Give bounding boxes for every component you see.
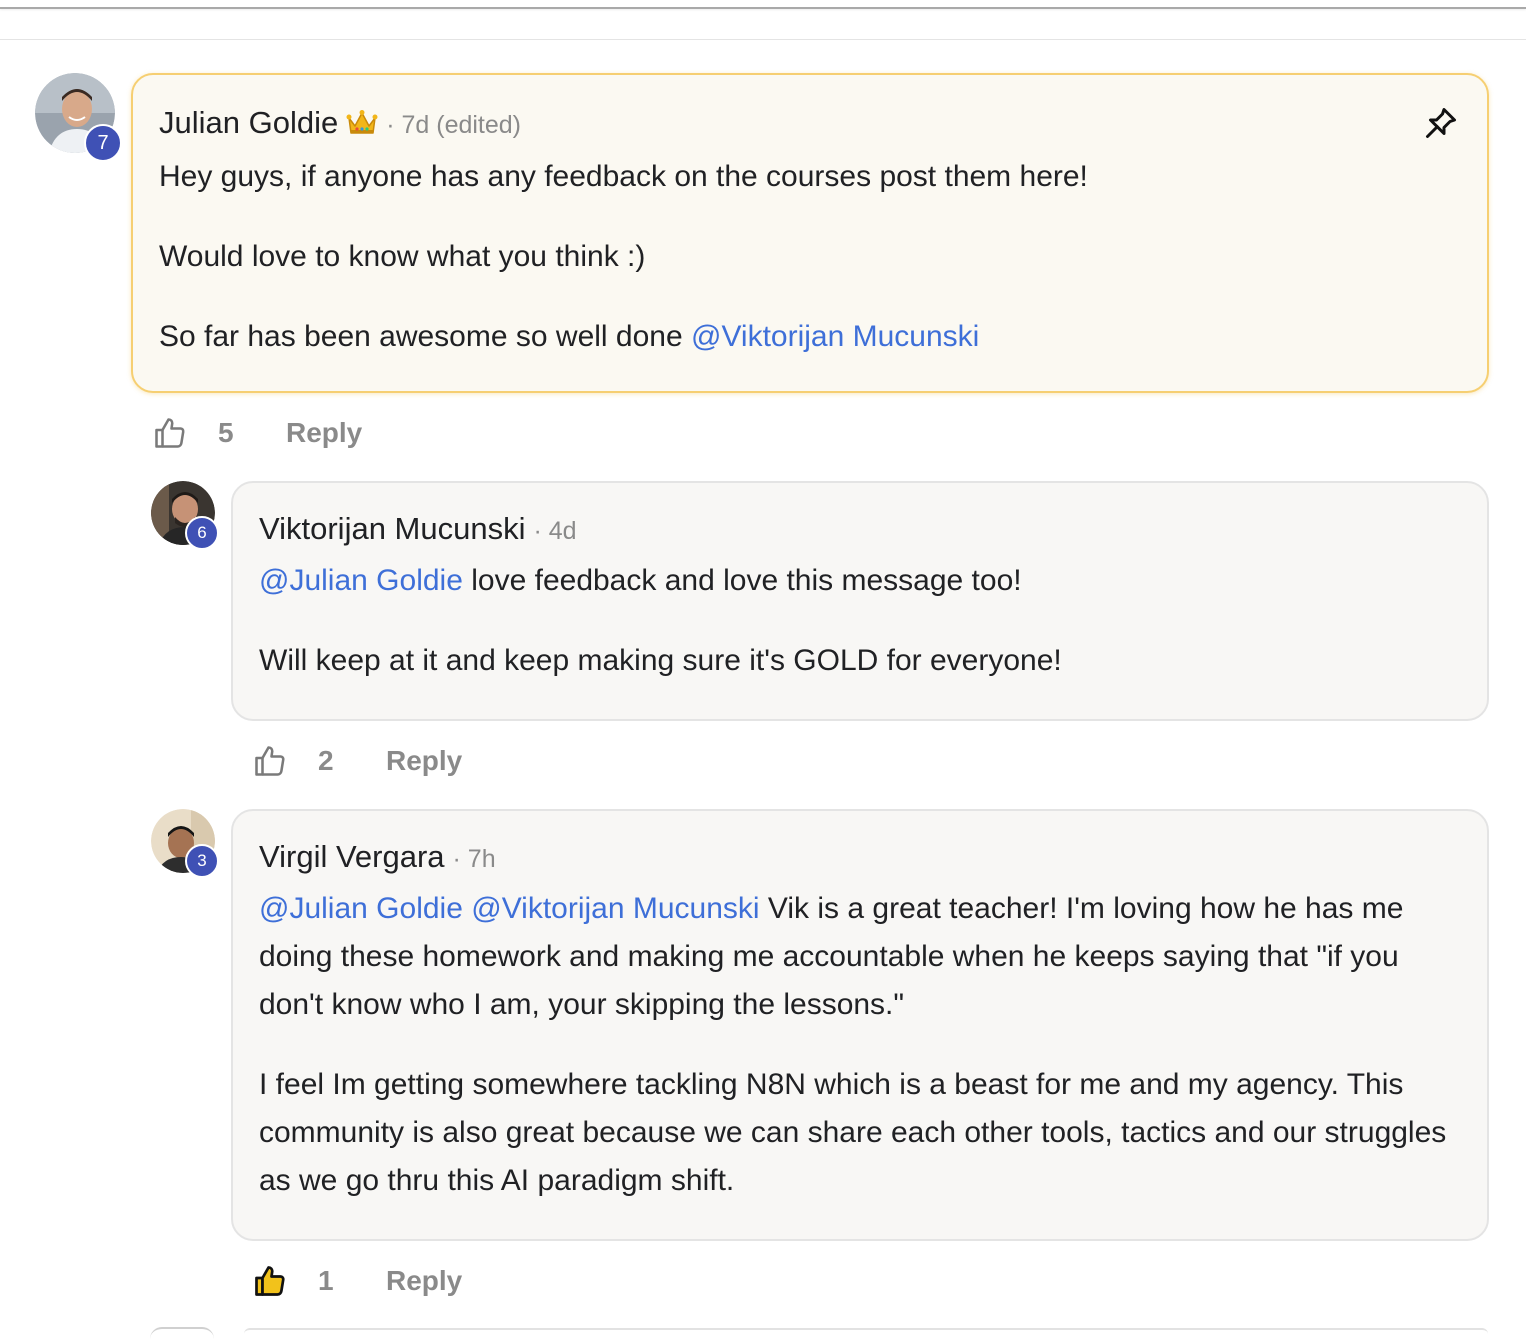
reply-button[interactable]: Reply [286,417,362,449]
reply-button[interactable]: Reply [386,745,462,777]
paragraph-text [463,892,471,925]
like-count: 5 [218,417,234,448]
comment-author[interactable]: Julian Goldie [159,105,338,141]
avatar[interactable]: 7 [35,73,122,162]
comment-body: @Julian Goldie @Viktorijan Mucunski Vik … [259,885,1465,1205]
paragraph-text: love feedback and love this message too! [462,564,1022,597]
paragraph-text: So far has been awesome so well done [159,320,691,353]
comment-actions: 2 Reply [252,741,462,781]
thumbs-up-icon-liked [255,1266,285,1296]
top-toolbar-edge [0,0,1526,9]
user-mention-link[interactable]: @Julian Goldie [259,564,463,597]
level-badge: 7 [84,124,122,162]
next-comment-card-edge [244,1328,1488,1334]
comment-card: Julian Goldie · 7d (edited) Hey guys, if… [131,73,1489,393]
comment-author[interactable]: Viktorijan Mucunski [259,511,525,547]
thumbs-up-icon [255,746,285,776]
avatar[interactable]: 6 [151,481,219,550]
comment-timestamp: · 7d (edited) [386,111,522,139]
comment-actions: 1 Reply [252,1261,462,1301]
like-count: 2 [318,745,334,776]
like-button[interactable] [252,1263,288,1299]
comment-actions: 5 Reply [152,413,362,453]
like-button[interactable] [252,743,288,779]
comment-paragraph: @Julian Goldie @Viktorijan Mucunski Vik … [259,885,1465,1029]
comment-timestamp: · 7h [452,845,496,873]
comment-body: @Julian Goldie love feedback and love th… [259,557,1461,685]
comment-paragraph: I feel Im getting somewhere tackling N8N… [259,1068,1447,1197]
avatar[interactable]: 3 [151,809,219,878]
comment-timestamp: · 4d [533,517,577,545]
section-divider [0,39,1526,40]
level-badge: 6 [185,516,219,550]
pin-icon[interactable] [1423,105,1459,141]
user-mention-link[interactable]: @Viktorijan Mucunski [471,892,759,925]
comment-paragraph: Will keep at it and keep making sure it'… [259,644,1062,677]
comment-paragraph: @Julian Goldie love feedback and love th… [259,557,1461,605]
comment-paragraph: Would love to know what you think :) [159,240,646,273]
comment-card: Viktorijan Mucunski · 4d @Julian Goldie … [231,481,1489,721]
like-count: 1 [318,1265,334,1296]
like-button[interactable] [152,415,188,451]
next-comment-avatar-edge [150,1327,214,1339]
crown-icon [346,109,378,142]
comment-body: Hey guys, if anyone has any feedback on … [159,153,1461,361]
comment-paragraph: So far has been awesome so well done @Vi… [159,313,1461,361]
user-mention-link[interactable]: @Julian Goldie [259,892,463,925]
comment-card: Virgil Vergara · 7h @Julian Goldie @Vikt… [231,809,1489,1241]
thumbs-up-icon [155,418,185,448]
user-mention-link[interactable]: @Viktorijan Mucunski [691,320,979,353]
level-badge: 3 [185,844,219,878]
reply-button[interactable]: Reply [386,1265,462,1297]
comment-paragraph: Hey guys, if anyone has any feedback on … [159,160,1088,193]
comment-author[interactable]: Virgil Vergara [259,839,445,875]
